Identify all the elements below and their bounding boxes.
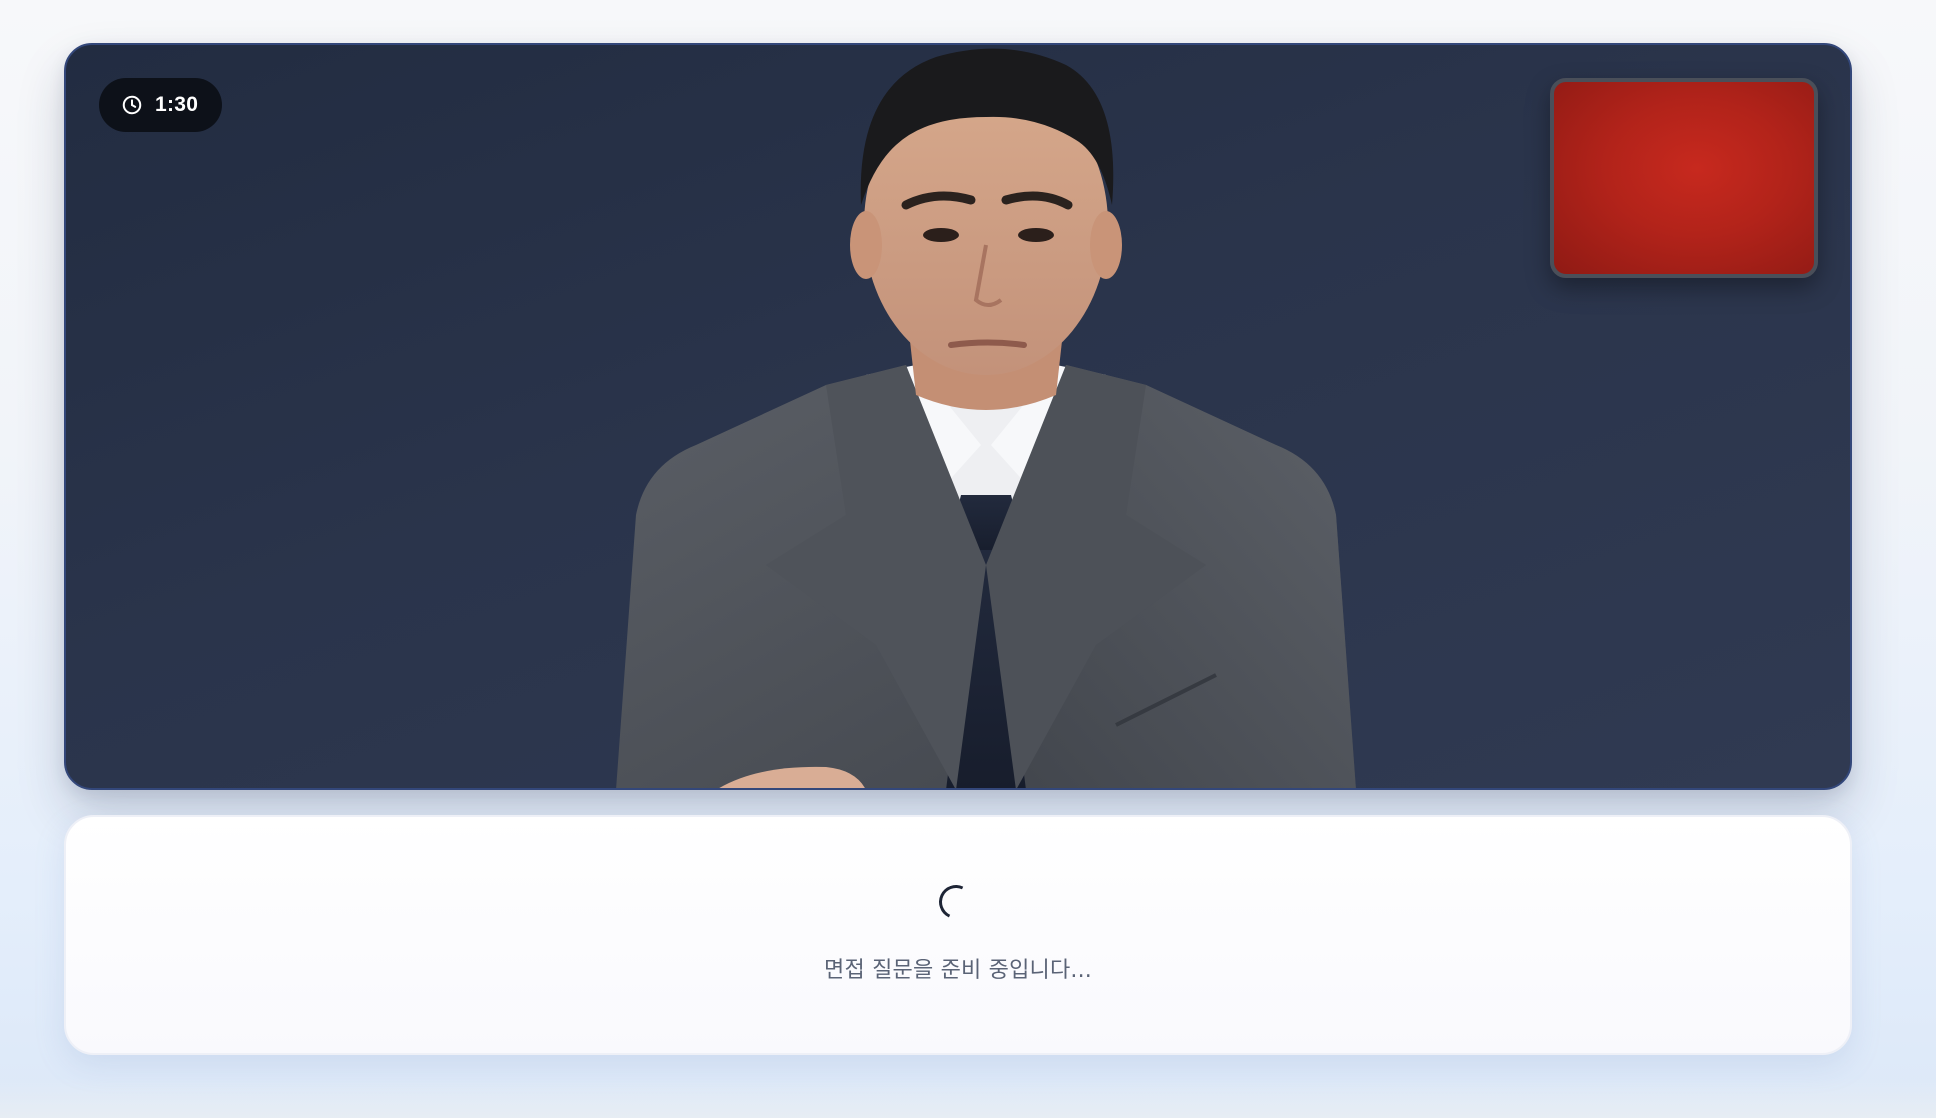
loading-spinner-icon: [934, 880, 978, 924]
page-background-fade: [0, 1078, 1936, 1118]
status-message: 면접 질문을 준비 중입니다...: [824, 958, 1092, 983]
interview-video-stage: 1:30: [64, 43, 1852, 790]
countdown-timer: 1:30: [99, 78, 223, 132]
self-camera-preview: [1550, 78, 1818, 278]
question-status-panel: 면접 질문을 준비 중입니다...: [64, 815, 1852, 1055]
clock-icon: [122, 95, 142, 115]
timer-value: 1:30: [155, 93, 199, 116]
interviewer-avatar: [616, 48, 1356, 788]
